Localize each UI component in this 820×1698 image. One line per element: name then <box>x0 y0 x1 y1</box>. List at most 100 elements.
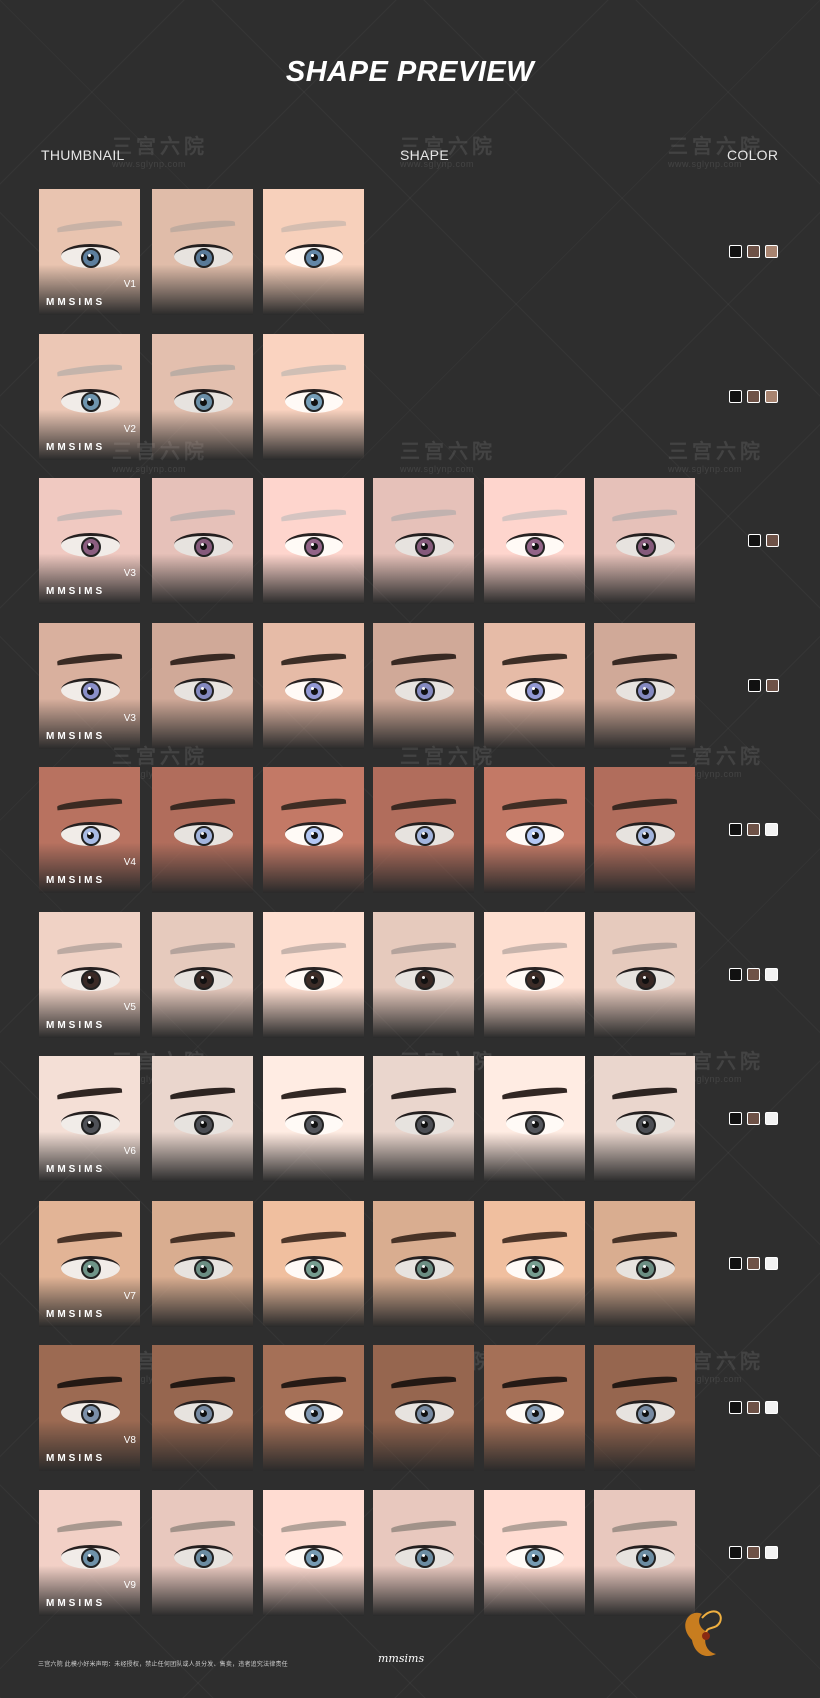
shape-variant-image[interactable] <box>152 1489 253 1616</box>
color-swatch[interactable] <box>729 1401 742 1414</box>
eyebrow <box>169 1085 235 1100</box>
iris <box>193 1548 214 1569</box>
thumbnail-image[interactable]: V7 MMSIMS <box>39 1200 140 1327</box>
color-swatch[interactable] <box>766 534 779 547</box>
color-swatch[interactable] <box>747 245 760 258</box>
color-swatch[interactable] <box>729 245 742 258</box>
shape-variant-image[interactable] <box>152 333 253 460</box>
shape-variant-image[interactable] <box>262 911 364 1038</box>
shape-variant-image[interactable] <box>594 767 695 893</box>
shape-variant-image[interactable] <box>152 1200 253 1327</box>
shape-variant-image[interactable] <box>262 478 364 604</box>
shape-variant-image[interactable] <box>483 1200 585 1327</box>
color-swatch[interactable] <box>747 823 760 836</box>
eye <box>284 244 344 269</box>
eyebrow <box>169 796 235 811</box>
color-swatch[interactable] <box>729 389 742 403</box>
iris <box>414 1403 435 1424</box>
shape-variant-image[interactable] <box>262 1056 364 1182</box>
shape-variant-image[interactable] <box>594 478 695 604</box>
thumbnail-image[interactable]: V2 MMSIMS <box>39 333 140 460</box>
color-swatch[interactable] <box>765 823 778 836</box>
shape-variant-image[interactable] <box>262 1200 364 1327</box>
eye-highlight <box>200 1409 204 1413</box>
color-swatch[interactable] <box>747 967 760 981</box>
color-swatch[interactable] <box>729 967 742 981</box>
color-swatch[interactable] <box>747 1256 760 1270</box>
color-swatch[interactable] <box>729 1545 742 1559</box>
shape-variant-image[interactable] <box>152 767 253 893</box>
shape-variant-image[interactable] <box>483 1345 585 1471</box>
color-swatch[interactable] <box>748 534 761 547</box>
shape-variant-image[interactable] <box>152 189 253 315</box>
color-swatch[interactable] <box>747 1545 760 1559</box>
color-swatch[interactable] <box>765 1256 778 1270</box>
eyebrow <box>280 796 346 811</box>
eye-highlight <box>87 1409 91 1413</box>
shape-variant-image[interactable] <box>594 1345 695 1471</box>
shape-variant-image[interactable] <box>594 1056 695 1182</box>
eye <box>284 1400 344 1425</box>
color-swatch[interactable] <box>765 1112 778 1125</box>
color-swatch[interactable] <box>729 823 742 836</box>
thumbnail-image[interactable]: V8 MMSIMS <box>39 1345 140 1471</box>
iris <box>525 1403 545 1424</box>
thumbnail-image[interactable]: V4 MMSIMS <box>39 767 140 893</box>
shape-variant-image[interactable] <box>483 478 585 604</box>
shape-variant-image[interactable] <box>262 1345 364 1471</box>
shape-variant-image[interactable] <box>373 911 474 1038</box>
shape-variant-image[interactable] <box>594 622 695 749</box>
thumbnail-image[interactable]: V3 MMSIMS <box>39 478 140 604</box>
color-swatch[interactable] <box>747 389 760 403</box>
shape-variant-image[interactable] <box>373 1200 474 1327</box>
shape-variant-image[interactable] <box>262 622 364 749</box>
color-swatch[interactable] <box>765 1401 778 1414</box>
eye <box>395 966 454 991</box>
iris <box>635 1259 656 1280</box>
shape-variant-image[interactable] <box>262 189 364 315</box>
shape-variant-image[interactable] <box>483 1056 585 1182</box>
shape-variant-image[interactable] <box>373 1489 474 1616</box>
color-swatch[interactable] <box>747 1112 760 1125</box>
thumbnail-image[interactable]: V6 MMSIMS <box>39 1056 140 1182</box>
thumbnail-image[interactable]: V5 MMSIMS <box>39 911 140 1038</box>
color-swatch[interactable] <box>765 389 778 403</box>
color-swatch[interactable] <box>765 245 778 258</box>
shape-variant-image[interactable] <box>152 478 253 604</box>
shape-row: V2 MMSIMS <box>0 333 820 460</box>
shape-variant-image[interactable] <box>152 622 253 749</box>
color-swatch[interactable] <box>766 678 779 692</box>
color-swatch[interactable] <box>765 967 778 981</box>
shape-variant-image[interactable] <box>483 622 585 749</box>
shape-variant-image[interactable] <box>594 911 695 1038</box>
shape-variant-image[interactable] <box>262 333 364 460</box>
shape-variant-image[interactable] <box>152 911 253 1038</box>
shape-variant-image[interactable] <box>262 767 364 893</box>
thumbnail-image[interactable]: V3 MMSIMS <box>39 622 140 749</box>
version-label: V9 <box>123 1579 136 1591</box>
color-swatch[interactable] <box>747 1401 760 1414</box>
shape-variant-image[interactable] <box>594 1200 695 1327</box>
color-swatch[interactable] <box>748 678 761 692</box>
shape-variant-image[interactable] <box>594 1489 695 1616</box>
shape-variant-image[interactable] <box>483 1489 585 1616</box>
shape-variant-image[interactable] <box>373 1345 474 1471</box>
shape-variant-image[interactable] <box>152 1345 253 1471</box>
color-swatch[interactable] <box>729 1256 742 1270</box>
eye <box>395 677 454 702</box>
thumbnail-image[interactable]: V9 MMSIMS <box>39 1489 140 1616</box>
iris <box>80 1548 101 1569</box>
brand-label: MMSIMS <box>46 875 106 886</box>
shape-variant-image[interactable] <box>373 622 474 749</box>
shape-variant-image[interactable] <box>373 1056 474 1182</box>
color-swatch[interactable] <box>729 1112 742 1125</box>
color-swatch[interactable] <box>765 1545 778 1559</box>
shape-variant-image[interactable] <box>373 767 474 893</box>
shape-variant-image[interactable] <box>152 1056 253 1182</box>
thumbnail-image[interactable]: V1 MMSIMS <box>39 189 140 315</box>
shape-variant-image[interactable] <box>373 478 474 604</box>
shape-variant-image[interactable] <box>483 767 585 893</box>
shape-variant-image[interactable] <box>262 1489 364 1616</box>
shape-variant-image[interactable] <box>483 911 585 1038</box>
eyebrow <box>390 1229 456 1244</box>
